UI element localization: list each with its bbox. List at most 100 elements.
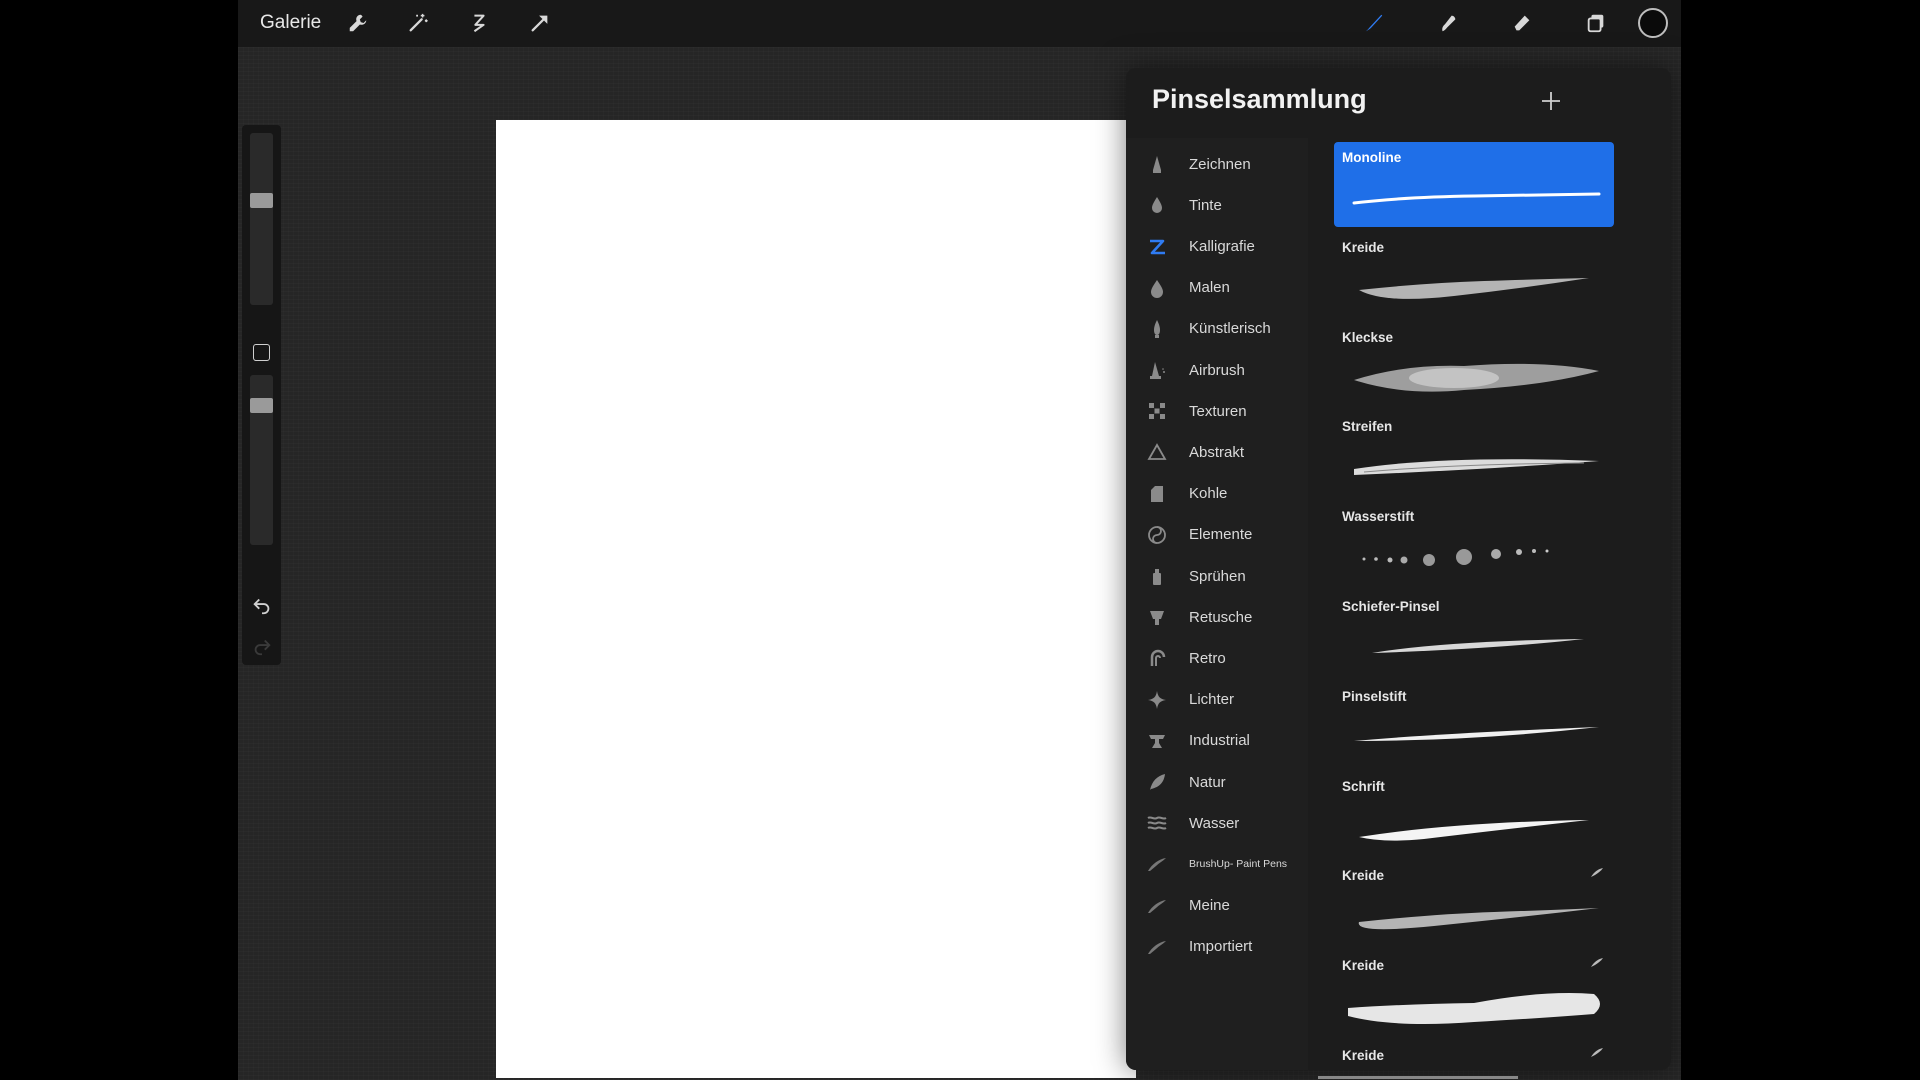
color-picker-button[interactable] bbox=[1638, 8, 1668, 38]
brush-set-item[interactable]: Industrial bbox=[1126, 721, 1308, 761]
brush-set-label: Elemente bbox=[1189, 526, 1253, 544]
brush-set-item[interactable]: Tinte bbox=[1126, 185, 1308, 225]
imported-brush-icon bbox=[1591, 1048, 1603, 1057]
brush-set-item[interactable]: Airbrush bbox=[1126, 350, 1308, 390]
airbrush-icon bbox=[1146, 359, 1168, 381]
opacity-thumb[interactable] bbox=[250, 398, 273, 413]
brush-set-item[interactable]: Malen bbox=[1126, 268, 1308, 308]
brush-set-label: BrushUp- Paint Pens bbox=[1189, 858, 1288, 871]
brush-set-item[interactable]: Sprühen bbox=[1126, 556, 1308, 596]
brush-set-label: Kohle bbox=[1189, 485, 1228, 503]
brush-set-label: Natur bbox=[1189, 773, 1226, 791]
brush-set-label: Lichter bbox=[1189, 691, 1235, 709]
anvil-icon bbox=[1146, 730, 1168, 752]
feather-icon bbox=[1146, 936, 1168, 958]
brush-stroke-preview bbox=[1344, 1068, 1604, 1070]
brush-name: Kleckse bbox=[1342, 329, 1394, 345]
brush-set-label: Importiert bbox=[1189, 938, 1253, 956]
brush-set-item[interactable]: Texturen bbox=[1126, 391, 1308, 431]
brush-stroke-preview bbox=[1354, 459, 1599, 476]
retro-icon bbox=[1146, 647, 1168, 669]
brush-item[interactable]: Kreide bbox=[1334, 232, 1614, 317]
brush-item[interactable]: Monoline bbox=[1334, 142, 1614, 227]
spray-can-icon bbox=[1146, 565, 1168, 587]
brush-name: Kreide bbox=[1342, 958, 1385, 974]
brush-stroke-preview bbox=[1348, 993, 1600, 1025]
layers-icon[interactable] bbox=[1581, 8, 1611, 38]
brush-stroke-preview bbox=[1359, 277, 1589, 299]
modify-button[interactable] bbox=[253, 344, 270, 361]
brush-set-label: Kalligrafie bbox=[1189, 237, 1255, 255]
brush-item[interactable]: Wasserstift bbox=[1334, 501, 1614, 586]
brush-name: Streifen bbox=[1342, 419, 1393, 435]
wrench-icon[interactable] bbox=[343, 8, 373, 38]
brush-name: Pinselstift bbox=[1342, 688, 1407, 704]
brush-stroke-preview bbox=[1352, 192, 1601, 205]
calligraphy-icon bbox=[1146, 235, 1168, 257]
brush-set-item[interactable]: Kohle bbox=[1126, 474, 1308, 514]
brush-name: Kreide bbox=[1342, 239, 1385, 255]
scroll-indicator bbox=[1318, 1076, 1518, 1079]
yin-yang-icon bbox=[1146, 524, 1168, 546]
eraser-icon[interactable] bbox=[1507, 8, 1537, 38]
brush-set-item[interactable]: Lichter bbox=[1126, 680, 1308, 720]
imported-brush-icon bbox=[1591, 868, 1603, 878]
brush-stroke-preview bbox=[1354, 726, 1599, 741]
feather-icon bbox=[1146, 895, 1168, 917]
brush-item[interactable]: Pinselstift bbox=[1334, 681, 1614, 766]
brush-set-label: Texturen bbox=[1189, 402, 1247, 420]
brush-set-item[interactable]: Retusche bbox=[1126, 597, 1308, 637]
smudge-icon[interactable] bbox=[1433, 8, 1463, 38]
brush-item[interactable]: Schrift bbox=[1334, 771, 1614, 856]
brush-item[interactable]: Kreide bbox=[1334, 860, 1614, 945]
brush-item[interactable]: Kreide bbox=[1334, 950, 1614, 1035]
pencil-icon bbox=[1146, 153, 1168, 175]
ink-drop-icon bbox=[1146, 194, 1168, 216]
brush-size-slider[interactable] bbox=[250, 133, 273, 305]
brush-set-label: Airbrush bbox=[1189, 361, 1245, 379]
brush-set-list: Zeichnen Tinte Kalligrafie Malen Künstlerisc… bbox=[1126, 138, 1308, 1070]
brush-set-item[interactable]: Wasser bbox=[1126, 803, 1308, 843]
gallery-button[interactable]: Galerie bbox=[260, 12, 321, 34]
brush-set-label: Wasser bbox=[1189, 814, 1240, 832]
brush-set-item[interactable]: Kalligrafie bbox=[1126, 226, 1308, 266]
brush-icon[interactable] bbox=[1359, 8, 1389, 38]
brush-item[interactable]: Kleckse bbox=[1334, 322, 1614, 407]
brush-set-label: Künstlerisch bbox=[1189, 320, 1271, 338]
procreate-app: Galerie Pinselsammlung Zeichnen Tinte Ka… bbox=[238, 0, 1681, 1080]
brush-set-item[interactable]: Elemente bbox=[1126, 515, 1308, 555]
brush-name: Kreide bbox=[1342, 868, 1385, 884]
brush-set-label: Sprühen bbox=[1189, 567, 1246, 585]
brush-set-item[interactable]: Künstlerisch bbox=[1126, 309, 1308, 349]
brush-set-item[interactable]: Importiert bbox=[1126, 927, 1308, 967]
magic-wand-icon[interactable] bbox=[403, 8, 433, 38]
brush-size-thumb[interactable] bbox=[250, 193, 273, 208]
brush-name: Wasserstift bbox=[1342, 509, 1415, 525]
brush-set-item[interactable]: Retro bbox=[1126, 638, 1308, 678]
feather-icon bbox=[1146, 853, 1168, 875]
sparkle-icon bbox=[1146, 689, 1168, 711]
panel-title: Pinselsammlung bbox=[1152, 84, 1367, 114]
brush-set-label: Industrial bbox=[1189, 732, 1250, 750]
brush-item[interactable]: Schiefer-Pinsel bbox=[1334, 591, 1614, 676]
brush-item[interactable]: Streifen bbox=[1334, 411, 1614, 496]
imported-brush-icon bbox=[1591, 958, 1603, 968]
brush-set-label: Malen bbox=[1189, 279, 1230, 297]
brush-set-item[interactable]: BrushUp- Paint Pens bbox=[1126, 844, 1308, 884]
brush-set-label: Meine bbox=[1189, 897, 1230, 915]
brush-set-item[interactable]: Natur bbox=[1126, 762, 1308, 802]
brush-item[interactable]: Kreide bbox=[1334, 1040, 1614, 1070]
undo-icon[interactable] bbox=[251, 594, 273, 616]
brush-set-item[interactable]: Meine bbox=[1126, 886, 1308, 926]
drawing-canvas[interactable] bbox=[496, 120, 1136, 1078]
redo-icon[interactable] bbox=[251, 635, 273, 657]
brush-name: Kreide bbox=[1342, 1048, 1385, 1063]
brush-stroke-preview bbox=[1354, 363, 1599, 392]
brush-set-item[interactable]: Abstrakt bbox=[1126, 432, 1308, 472]
selection-icon[interactable] bbox=[464, 8, 494, 38]
plus-icon[interactable] bbox=[1536, 86, 1566, 116]
transform-arrow-icon[interactable] bbox=[525, 8, 555, 38]
brush-set-item[interactable]: Zeichnen bbox=[1126, 144, 1308, 184]
brush-library-panel: Pinselsammlung Zeichnen Tinte Kalligrafie M… bbox=[1126, 68, 1671, 1070]
brush-set-label: Zeichnen bbox=[1189, 155, 1251, 173]
